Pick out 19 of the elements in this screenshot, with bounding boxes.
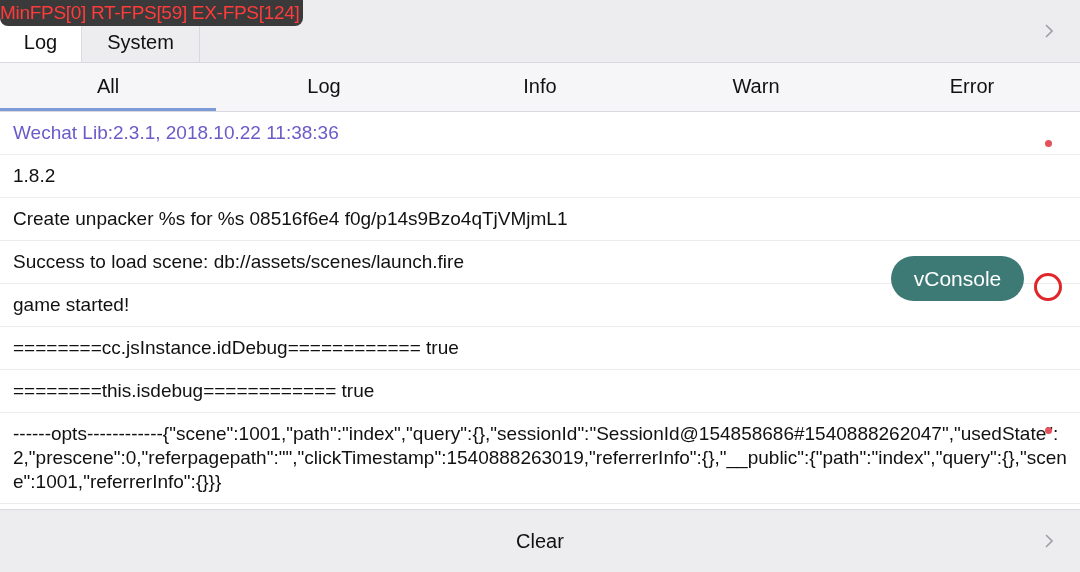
filter-tab[interactable]: Error: [864, 63, 1080, 111]
filter-tab[interactable]: All: [0, 63, 216, 111]
filter-tab[interactable]: Warn: [648, 63, 864, 111]
log-entry: 1.8.2: [0, 155, 1080, 198]
filter-tab[interactable]: Info: [432, 63, 648, 111]
fps-overlay: MinFPS[0] RT-FPS[59] EX-FPS[124]: [0, 0, 304, 26]
log-entry: ========cc.jsInstance.idDebug============ true: [0, 327, 1080, 370]
clear-button[interactable]: Clear: [0, 510, 1080, 572]
dot-marker-icon: [1045, 427, 1052, 434]
chevron-right-icon[interactable]: [1045, 534, 1053, 548]
log-entry: Create unpacker %s for %s 08516f6e4 f0g/p14s9Bzo4qTjVMjmL1: [0, 198, 1080, 241]
log-entry: ------opts------------{"scene":1001,"path":"index","query":{},"sessionId":"SessionId@154858686#1540888262047","usedState":2,"prescene":0,"referpagepath":"","clickTimestamp":1540888263019,"referrerInfo":{},"__public":{"path":"index","query":{},"scene":1001,"referrerInfo":{}}}: [0, 413, 1080, 504]
chevron-right-icon[interactable]: [1045, 24, 1053, 38]
circle-marker-icon: [1033, 272, 1063, 302]
log-entry: Wechat Lib:2.3.1, 2018.10.22 11:38:36: [0, 112, 1080, 155]
dot-marker-icon: [1045, 140, 1052, 147]
filter-tab[interactable]: Log: [216, 63, 432, 111]
log-entry: ========this.isdebug============ true: [0, 370, 1080, 413]
vconsole-button[interactable]: vConsole: [891, 256, 1024, 301]
